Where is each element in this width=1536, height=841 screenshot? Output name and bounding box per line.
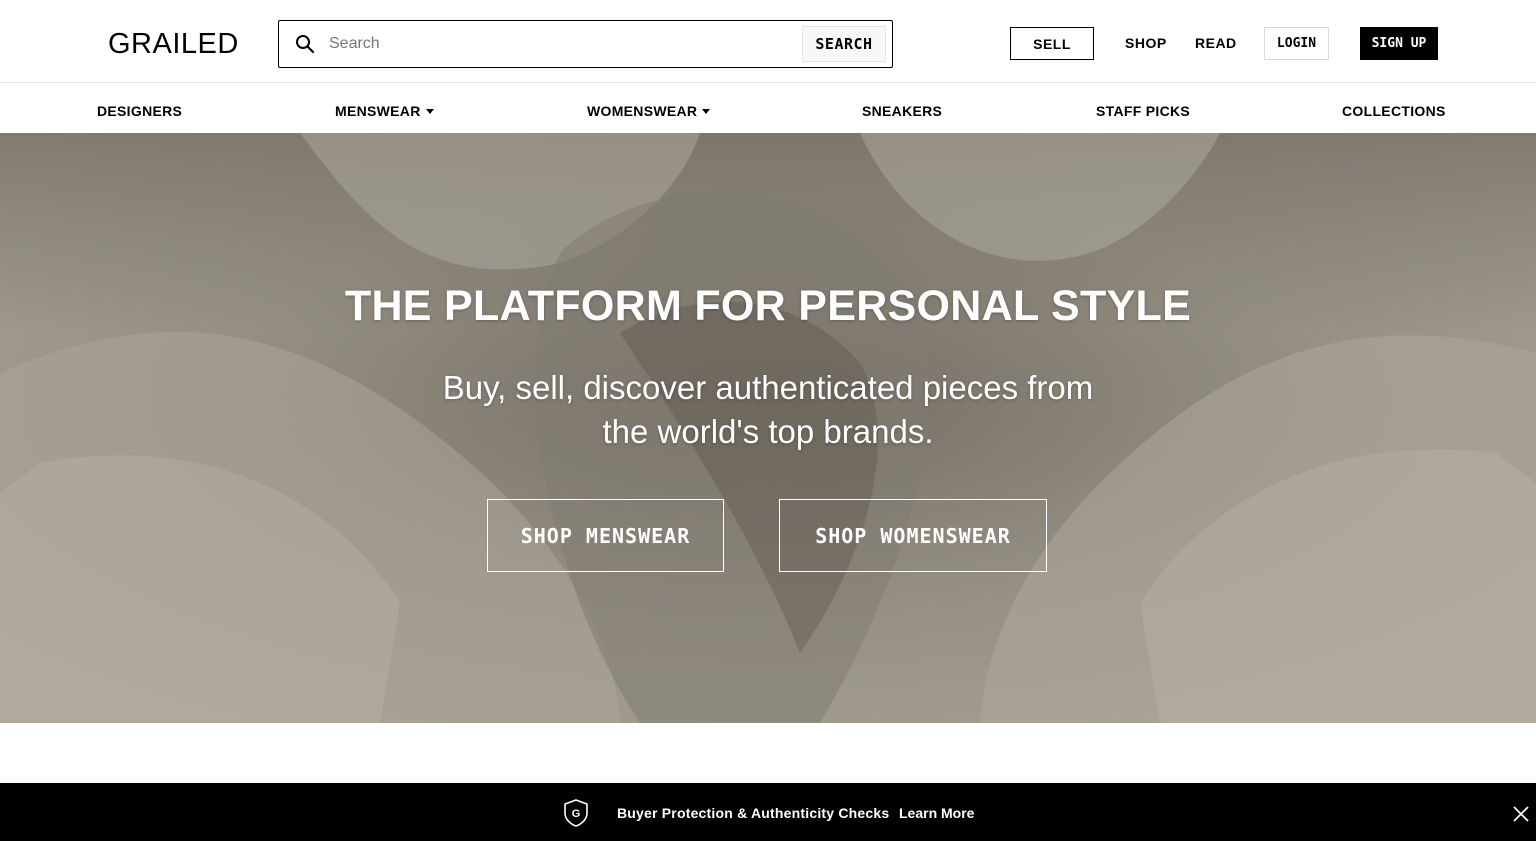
- nav-designers-label: DESIGNERS: [97, 103, 183, 119]
- search-input[interactable]: [329, 29, 799, 59]
- hero-subtitle: Buy, sell, discover authenticated pieces…: [442, 369, 1094, 450]
- nav-menswear[interactable]: MENSWEAR: [335, 103, 434, 120]
- nav-collections[interactable]: COLLECTIONS: [1342, 103, 1446, 120]
- nav-designers[interactable]: DESIGNERS: [97, 103, 182, 120]
- hero-title: THE PLATFORM FOR PERSONAL STYLE: [344, 282, 1192, 330]
- shop-womenswear-button[interactable]: SHOP WOMENSWEAR: [779, 499, 1047, 572]
- shield-icon: G: [564, 799, 588, 827]
- nav-menswear-label: MENSWEAR: [335, 103, 421, 119]
- nav-staff-picks[interactable]: STAFF PICKS: [1096, 103, 1190, 120]
- hero-banner: THE PLATFORM FOR PERSONAL STYLE Buy, sel…: [0, 133, 1536, 723]
- search-bar: SEARCH: [278, 20, 893, 68]
- search-icon: [296, 35, 315, 54]
- signup-button[interactable]: SIGN UP: [1360, 27, 1438, 60]
- banner-text: Buyer Protection & Authenticity Checks: [617, 805, 890, 821]
- nav-womenswear-label: WOMENSWEAR: [587, 103, 698, 119]
- caret-down-icon: [425, 109, 434, 114]
- shield-letter: G: [572, 808, 581, 820]
- close-icon[interactable]: [1511, 804, 1531, 824]
- read-link[interactable]: READ: [1195, 35, 1237, 52]
- buyer-protection-banner: G Buyer Protection & Authenticity Checks…: [0, 783, 1536, 841]
- sell-button[interactable]: SELL: [1010, 27, 1094, 60]
- site-header: GRAILED SEARCH SELL SHOP READ LOGIN SIGN…: [0, 0, 1536, 83]
- category-nav: DESIGNERS MENSWEAR WOMENSWEAR SNEAKERS S…: [0, 83, 1536, 133]
- learn-more-link[interactable]: Learn More: [899, 805, 974, 822]
- grailed-logo[interactable]: GRAILED: [108, 27, 239, 61]
- shop-menswear-button[interactable]: SHOP MENSWEAR: [487, 499, 724, 572]
- nav-collections-label: COLLECTIONS: [1342, 103, 1446, 119]
- nav-womenswear[interactable]: WOMENSWEAR: [587, 103, 711, 120]
- shop-link[interactable]: SHOP: [1125, 35, 1167, 52]
- caret-down-icon: [702, 109, 711, 114]
- search-button[interactable]: SEARCH: [802, 26, 886, 62]
- nav-sneakers-label: SNEAKERS: [862, 103, 943, 119]
- nav-staff-picks-label: STAFF PICKS: [1096, 103, 1191, 119]
- login-button[interactable]: LOGIN: [1264, 27, 1329, 60]
- nav-sneakers[interactable]: SNEAKERS: [862, 103, 942, 120]
